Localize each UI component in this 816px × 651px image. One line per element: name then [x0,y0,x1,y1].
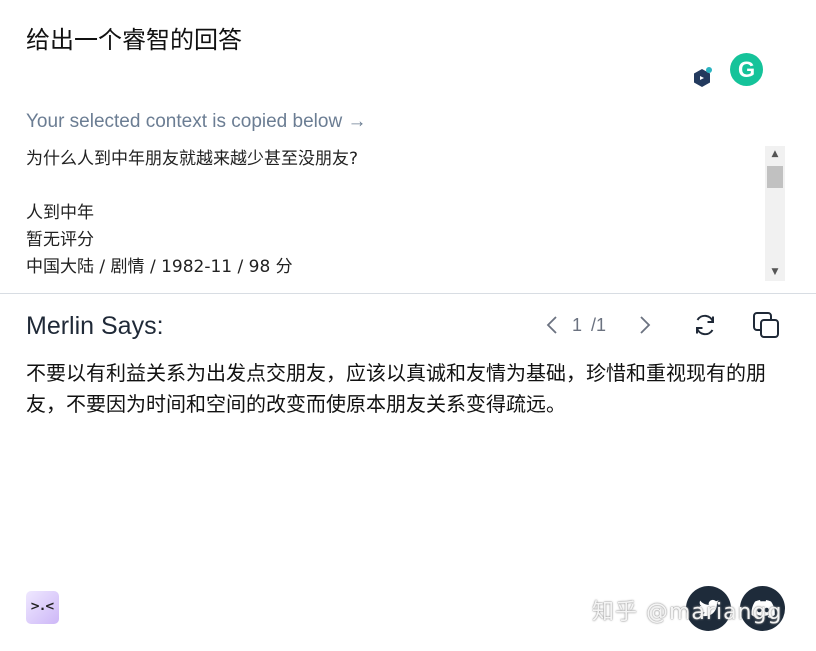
scroll-down-arrow-icon[interactable]: ▼ [765,264,785,281]
merlin-logo-icon[interactable]: >.< [26,591,59,624]
context-line: 为什么人到中年朋友就越来越少甚至没朋友? [26,149,359,169]
prompt-title: 给出一个睿智的回答 [26,26,242,54]
scrollbar-thumb[interactable] [767,166,783,188]
answer-text: 不要以有利益关系为出发点交朋友，应该以真诚和友情为基础，珍惜和重视现有的朋友，不… [26,361,766,416]
context-line: 人到中年 [26,203,94,223]
watermark-text: 知乎 @mariangg [592,600,783,625]
chevron-right-icon[interactable] [638,314,652,336]
context-line: 中国大陆 / 剧情 / 1982-11 / 98 分 [26,257,293,277]
hexagon-extension-icon[interactable] [692,66,714,90]
context-textarea[interactable]: 为什么人到中年朋友就越来越少甚至没朋友? 人到中年 暂无评分 中国大陆 / 剧情… [26,146,766,281]
copy-icon[interactable] [752,311,780,339]
section-divider [0,293,816,294]
chevron-left-icon[interactable] [545,314,559,336]
context-label: Your selected context is copied below → [26,111,367,132]
scroll-up-arrow-icon[interactable]: ▲ [765,146,785,163]
context-line [26,173,766,200]
pager-indicator: 1 /1 [572,314,606,336]
context-scrollbar[interactable]: ▲ ▼ [765,146,785,281]
refresh-icon[interactable] [692,312,718,338]
grammarly-icon[interactable]: G [730,53,763,86]
pager-total: /1 [591,315,607,335]
response-title: Merlin Says: [26,312,164,340]
context-line: 暂无评分 [26,230,94,250]
pager-current: 1 [572,315,583,335]
